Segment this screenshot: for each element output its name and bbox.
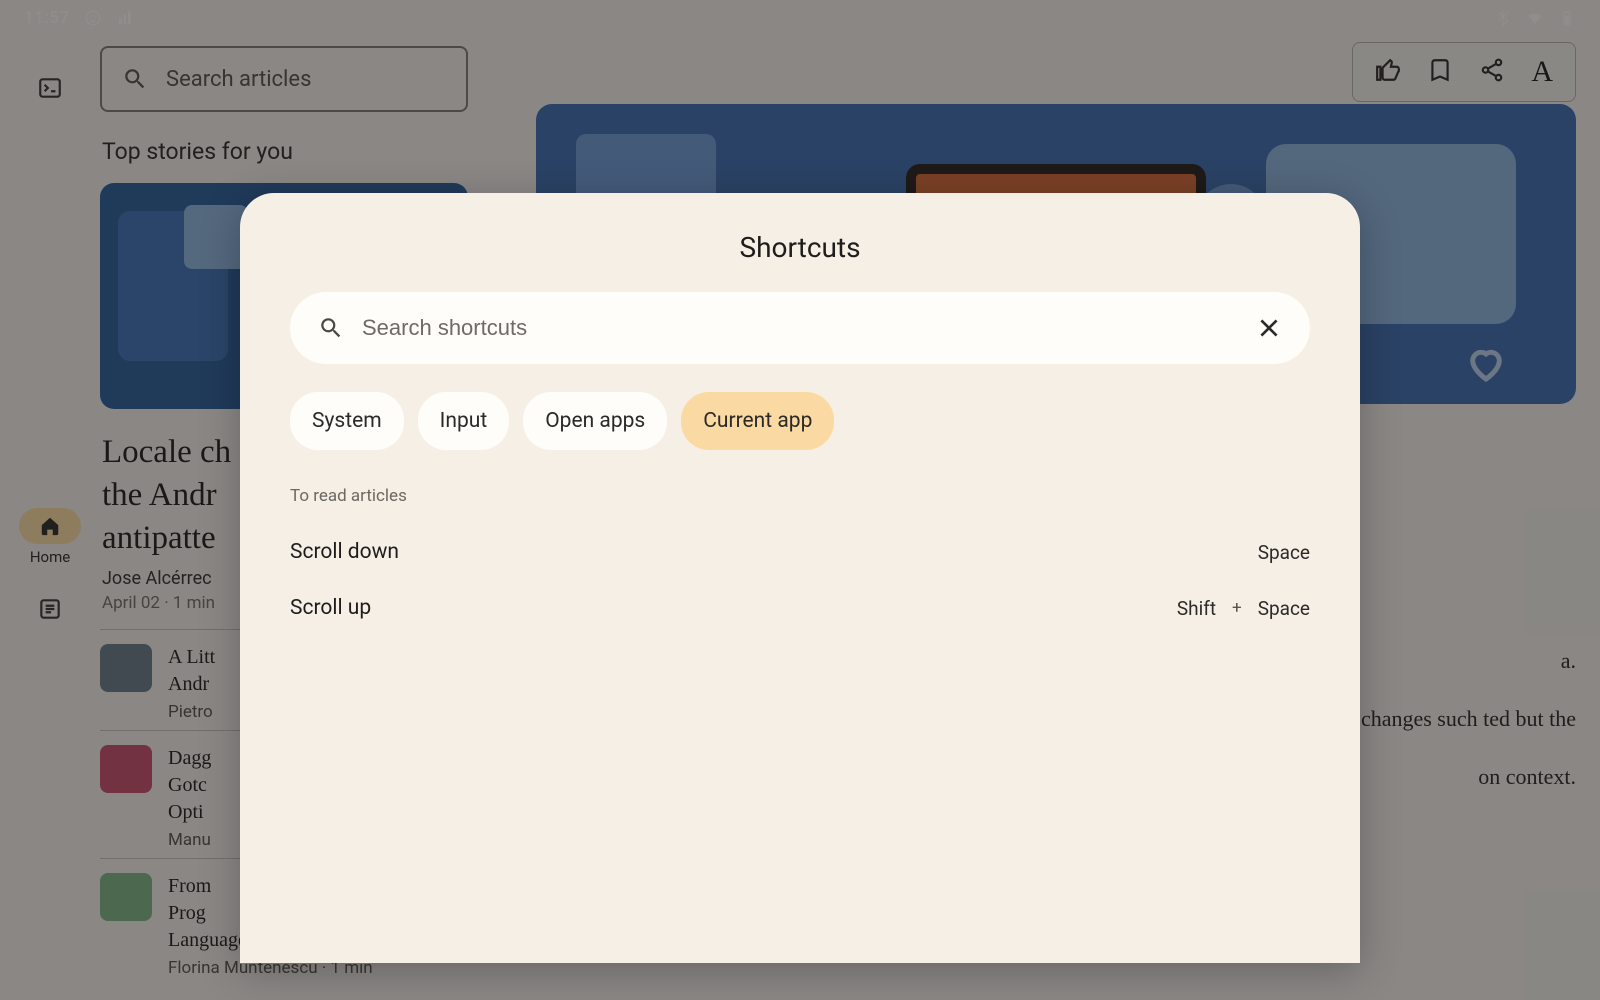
key-label: Space [1258,597,1310,620]
dialog-title: Shortcuts [290,231,1310,264]
search-icon [318,315,344,341]
shortcuts-dialog: Shortcuts System Input Open apps Current… [240,193,1360,963]
close-icon [1256,315,1282,341]
shortcut-name: Scroll up [290,596,371,620]
clear-search-button[interactable] [1256,315,1282,341]
key-label: Shift [1177,597,1216,620]
search-shortcuts-field[interactable] [290,292,1310,364]
chip-system[interactable]: System [290,392,404,450]
shortcut-row: Scroll up Shift + Space [290,580,1310,636]
chip-input[interactable]: Input [418,392,510,450]
shortcut-name: Scroll down [290,540,399,564]
shortcut-row: Scroll down Space [290,524,1310,580]
chip-current-app[interactable]: Current app [681,392,834,450]
key-label: Space [1258,541,1310,564]
shortcut-keys: Space [1258,541,1310,564]
search-shortcuts-input[interactable] [362,315,1238,341]
section-label: To read articles [290,486,1310,506]
shortcut-keys: Shift + Space [1177,597,1310,620]
key-separator: + [1232,598,1242,618]
category-chips: System Input Open apps Current app [290,392,1310,450]
chip-open-apps[interactable]: Open apps [523,392,667,450]
